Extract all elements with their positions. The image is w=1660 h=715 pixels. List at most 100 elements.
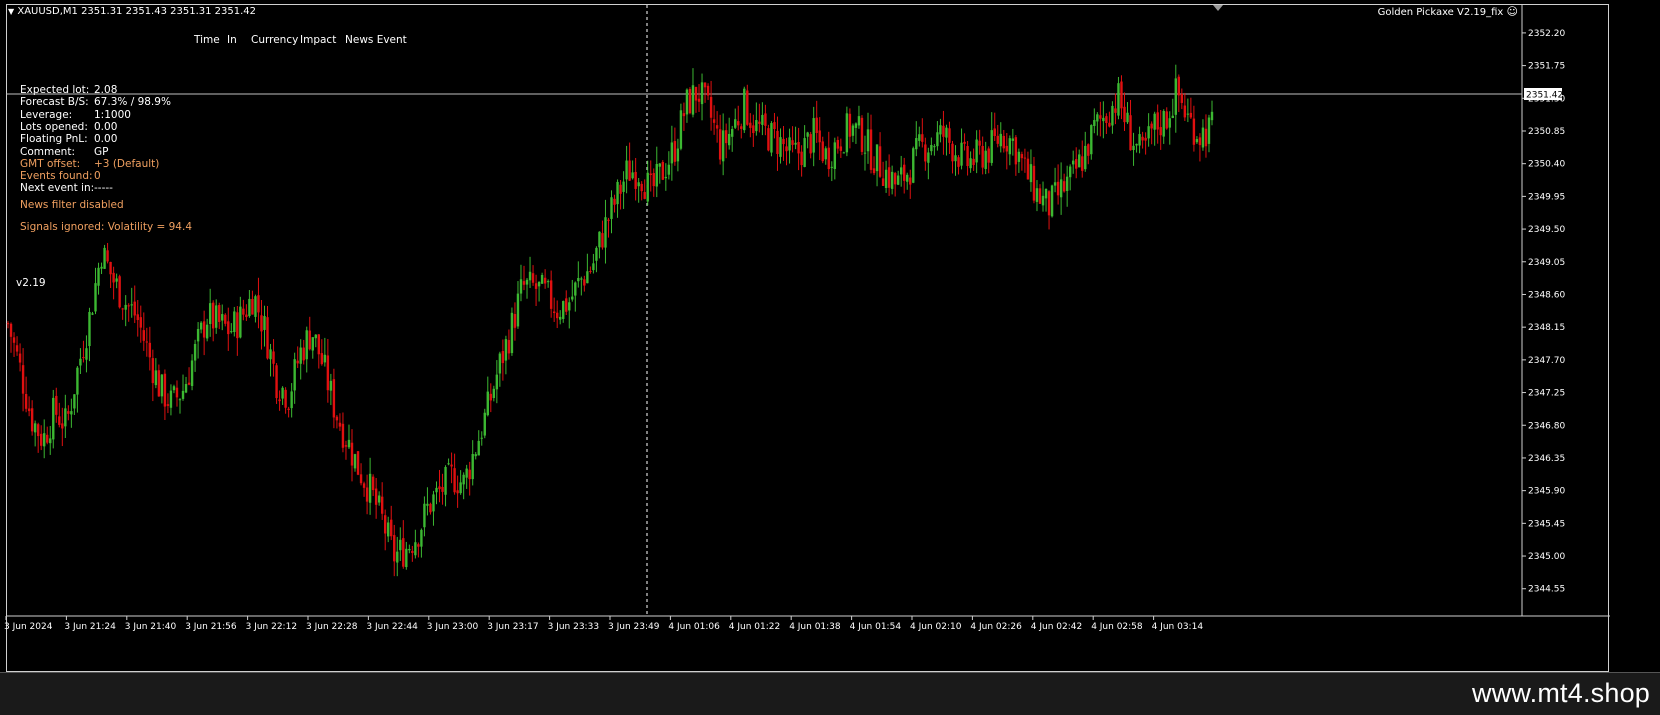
candle-body bbox=[845, 113, 849, 153]
candle-body bbox=[987, 148, 990, 163]
candle-body bbox=[878, 146, 882, 177]
candle-body bbox=[477, 440, 480, 456]
candle-body bbox=[622, 181, 625, 192]
candle-body bbox=[52, 397, 55, 440]
candle-body bbox=[743, 88, 746, 131]
chart-shift-marker[interactable] bbox=[1213, 5, 1223, 11]
candle-body bbox=[646, 172, 649, 202]
candle-body bbox=[939, 125, 942, 135]
candle-body bbox=[549, 280, 553, 309]
candle-body bbox=[462, 474, 465, 485]
candle-body bbox=[371, 476, 375, 491]
candle-body bbox=[115, 278, 118, 282]
candle-body bbox=[800, 151, 803, 166]
price-tick-label: 2346.80 bbox=[1528, 421, 1565, 431]
candle-body bbox=[1162, 110, 1165, 137]
time-tick-label: 3 Jun 23:17 bbox=[487, 622, 538, 632]
candle-body bbox=[393, 535, 396, 562]
candle-body bbox=[338, 422, 342, 427]
info-label: Forecast B/S: bbox=[20, 96, 89, 109]
candle-body bbox=[818, 130, 821, 143]
candle-body bbox=[990, 130, 993, 163]
candle-body bbox=[948, 128, 951, 143]
candle-body bbox=[1144, 137, 1147, 141]
candle-body bbox=[377, 495, 381, 503]
candle-body bbox=[139, 317, 142, 328]
candle-body bbox=[1159, 127, 1162, 136]
candle-body bbox=[1026, 158, 1030, 180]
candle-body bbox=[803, 138, 806, 167]
candle-body bbox=[721, 130, 725, 162]
candle-body bbox=[211, 302, 215, 329]
candle-body bbox=[534, 283, 538, 289]
symbol-header[interactable]: ▼ XAUUSD,M1 2351.31 2351.43 2351.31 2351… bbox=[8, 6, 256, 18]
candle-body bbox=[199, 322, 203, 330]
candle-body bbox=[746, 90, 749, 125]
candle-body bbox=[812, 118, 815, 153]
candle-body bbox=[516, 293, 520, 327]
candle-body bbox=[76, 367, 79, 395]
candle-body bbox=[1014, 137, 1018, 165]
candle-body bbox=[936, 132, 939, 147]
candle-body bbox=[1183, 105, 1187, 118]
candle-body bbox=[652, 173, 655, 187]
candle-body bbox=[1210, 111, 1214, 121]
price-tick-label: 2350.85 bbox=[1528, 127, 1565, 137]
candle-body bbox=[1135, 143, 1138, 146]
candle-body bbox=[1138, 134, 1141, 146]
candle-body bbox=[175, 387, 179, 398]
candle-body bbox=[1056, 181, 1060, 196]
time-tick-label: 4 Jun 02:42 bbox=[1031, 622, 1082, 632]
version-label: v2.19 bbox=[16, 277, 46, 289]
candle-body bbox=[136, 314, 139, 320]
candle-body bbox=[245, 314, 248, 318]
candle-body bbox=[709, 96, 713, 118]
candle-body bbox=[335, 416, 339, 421]
candle-body bbox=[1078, 154, 1081, 168]
candle-body bbox=[598, 231, 601, 248]
candle-body bbox=[1059, 179, 1063, 198]
news-column-currency: Currency bbox=[251, 34, 299, 46]
candle-body bbox=[930, 144, 933, 152]
chevron-down-icon[interactable]: ▼ bbox=[8, 7, 14, 16]
candle-body bbox=[752, 125, 755, 134]
candle-body bbox=[317, 334, 321, 355]
candle-body bbox=[100, 266, 103, 269]
candle-body bbox=[851, 125, 855, 136]
info-value: 1:1000 bbox=[94, 108, 131, 121]
time-tick-label: 4 Jun 01:38 bbox=[789, 622, 841, 632]
candle-body bbox=[70, 411, 73, 415]
candle-body bbox=[320, 353, 324, 365]
candle-body bbox=[181, 390, 185, 399]
time-tick-label: 3 Jun 22:44 bbox=[366, 622, 418, 632]
candle-body bbox=[854, 123, 858, 128]
candle-body bbox=[1108, 122, 1111, 127]
candle-body bbox=[519, 279, 523, 294]
candle-body bbox=[432, 494, 435, 512]
candle-body bbox=[604, 217, 607, 248]
candle-body bbox=[815, 117, 818, 134]
candle-body bbox=[613, 198, 616, 205]
candle-body bbox=[489, 393, 493, 401]
candle-body bbox=[465, 468, 468, 478]
candle-body bbox=[755, 120, 758, 132]
candle-body bbox=[842, 152, 846, 154]
candle-body bbox=[79, 358, 82, 366]
candle-body bbox=[387, 522, 390, 537]
info-value: 67.3% / 98.9% bbox=[94, 96, 171, 109]
price-tick-label: 2351.75 bbox=[1528, 62, 1565, 72]
candle-body bbox=[483, 412, 486, 436]
candle-body bbox=[688, 89, 692, 114]
candle-body bbox=[1096, 114, 1099, 122]
candle-body bbox=[61, 423, 64, 429]
candle-body bbox=[1099, 115, 1102, 119]
chart-canvas[interactable]: 2352.202351.752351.302350.852350.402349.… bbox=[0, 0, 1660, 714]
time-tick-label: 3 Jun 23:49 bbox=[608, 622, 660, 632]
news-filter-status: News filter disabled bbox=[20, 199, 124, 211]
candle-body bbox=[830, 166, 833, 168]
candle-body bbox=[269, 349, 272, 360]
info-value: 2.08 bbox=[94, 84, 118, 96]
candle-body bbox=[791, 140, 794, 145]
candle-body bbox=[574, 282, 577, 296]
candle-body bbox=[706, 85, 710, 96]
